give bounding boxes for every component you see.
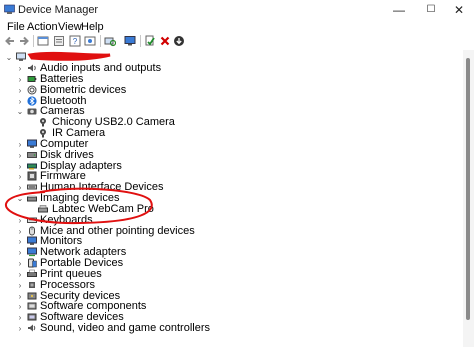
expand-chevron-icon[interactable]: › [16, 85, 24, 96]
keyboard-icon [27, 217, 37, 223]
category-item[interactable]: › Sound, video and game controllers [0, 322, 460, 335]
expand-chevron-icon[interactable]: › [16, 96, 24, 107]
menu-help[interactable]: Help [81, 20, 104, 34]
expand-chevron-icon[interactable]: › [16, 63, 24, 74]
collapse-chevron-icon[interactable]: ⌄ [16, 106, 24, 117]
expand-chevron-icon[interactable]: › [16, 226, 24, 237]
window-title: Device Manager [18, 4, 99, 16]
computer-root-icon [16, 52, 26, 61]
battery-icon [27, 75, 37, 82]
update-driver-icon[interactable] [144, 35, 156, 47]
printer-icon [27, 269, 37, 277]
disk-drive-icon [27, 151, 37, 158]
fingerprint-icon [27, 85, 37, 95]
toolbar: ? [0, 34, 474, 48]
portable-device-icon [28, 258, 37, 268]
properties-icon[interactable] [37, 35, 49, 47]
device-tree[interactable]: ⌄ DESKTOP-PC ›Audio inputs and outputs›B… [0, 50, 462, 347]
menu-action[interactable]: Action [27, 20, 58, 34]
processor-icon [29, 281, 35, 288]
maximize-button[interactable]: ☐ [416, 0, 446, 20]
expand-chevron-icon[interactable]: › [16, 236, 24, 247]
display-adapter-icon [27, 163, 37, 170]
sound-icon [28, 324, 36, 332]
expand-chevron-icon[interactable]: › [16, 215, 24, 226]
title-bar[interactable]: Device Manager — ☐ ✕ [0, 0, 474, 20]
close-button[interactable]: ✕ [444, 0, 474, 20]
show-hidden-icon[interactable] [53, 35, 65, 47]
menu-file[interactable]: File [7, 20, 25, 34]
uninstall-x-icon[interactable] [159, 35, 171, 47]
scanner-icon [27, 195, 37, 202]
svg-text:?: ? [73, 37, 78, 46]
firmware-icon [27, 171, 37, 181]
expand-chevron-icon[interactable]: › [16, 247, 24, 258]
network-adapter-icon [27, 247, 37, 257]
camera-icon [27, 108, 37, 115]
software-device-icon [27, 313, 37, 321]
toolbar-separator [100, 35, 101, 47]
expand-chevron-icon[interactable]: › [16, 171, 24, 182]
device-manager-app-icon [4, 4, 15, 14]
expand-chevron-icon[interactable]: › [16, 301, 24, 312]
expand-chevron-icon[interactable]: › [16, 258, 24, 269]
menu-bar: File Action View Help [0, 20, 474, 34]
root-expander[interactable]: ⌄ [5, 52, 13, 63]
expand-chevron-icon[interactable]: › [16, 280, 24, 291]
expand-chevron-icon[interactable]: › [16, 269, 24, 280]
security-icon [27, 292, 37, 300]
software-component-icon [27, 302, 37, 310]
expand-chevron-icon[interactable]: › [16, 139, 24, 150]
webcam-icon [40, 129, 46, 138]
menu-view[interactable]: View [58, 20, 82, 34]
imaging-device-icon [38, 205, 48, 213]
expand-chevron-icon[interactable]: › [16, 74, 24, 85]
collapse-chevron-icon[interactable]: ⌄ [16, 193, 24, 204]
expand-chevron-icon[interactable]: › [16, 150, 24, 161]
toolbar-separator [140, 35, 141, 47]
toolbar-separator [33, 35, 34, 47]
expand-chevron-icon[interactable]: › [16, 182, 24, 193]
monitor-icon [27, 236, 37, 246]
expand-chevron-icon[interactable]: › [16, 291, 24, 302]
expand-chevron-icon[interactable]: › [16, 312, 24, 323]
expand-chevron-icon[interactable]: › [16, 323, 24, 334]
hid-icon [27, 184, 37, 190]
forward-arrow-icon[interactable] [18, 35, 30, 47]
scan-hardware-icon[interactable] [104, 35, 116, 47]
computer-icon [27, 139, 37, 148]
expand-chevron-icon[interactable]: › [16, 161, 24, 172]
minimize-button[interactable]: — [384, 0, 414, 20]
back-arrow-icon[interactable] [4, 35, 16, 47]
monitor-icon[interactable] [124, 35, 136, 47]
bluetooth-icon [27, 95, 37, 106]
category-label: Sound, video and game controllers [40, 322, 210, 335]
help-icon[interactable]: ? [69, 35, 81, 47]
scan-changes-icon[interactable] [84, 35, 96, 47]
vertical-scrollbar[interactable] [463, 50, 474, 347]
mouse-icon [29, 226, 35, 236]
download-icon[interactable] [173, 35, 185, 47]
speaker-icon [28, 64, 36, 72]
webcam-icon [40, 118, 46, 127]
scrollbar-thumb[interactable] [466, 58, 470, 320]
